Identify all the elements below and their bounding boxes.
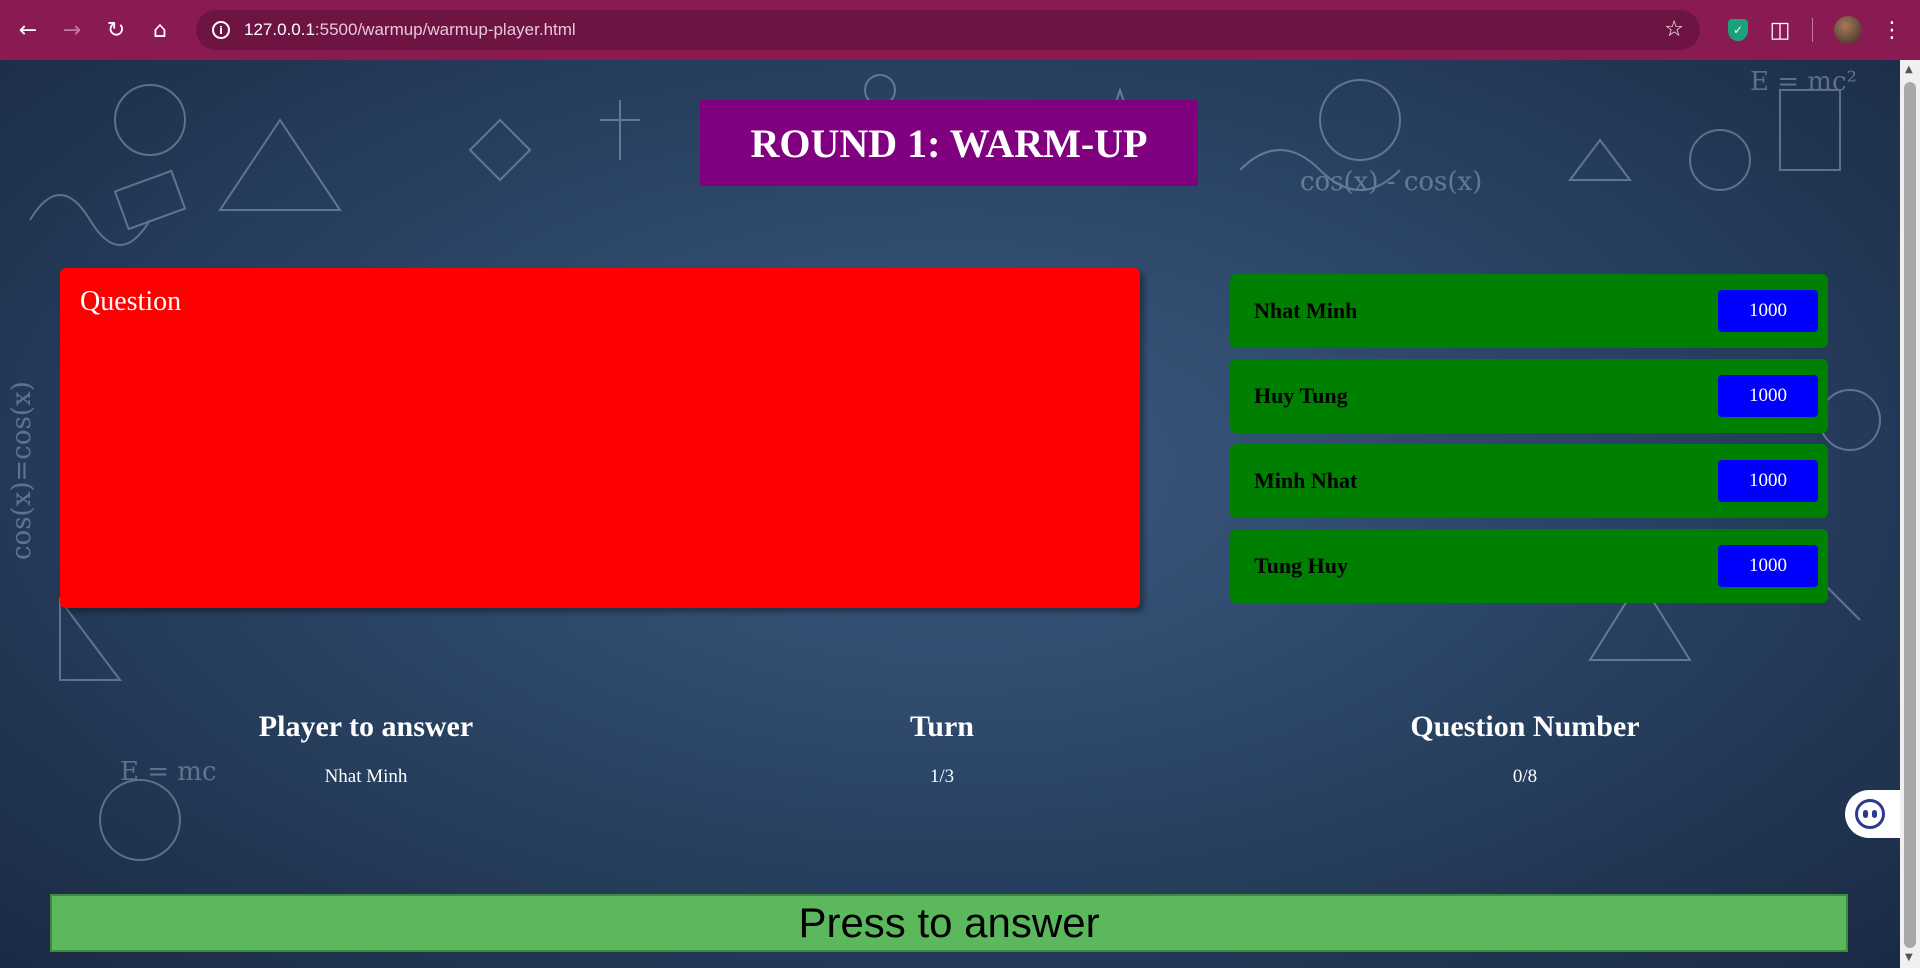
url-path: :5500/warmup/warmup-player.html (314, 20, 576, 39)
site-info-icon[interactable]: i (212, 21, 230, 39)
player-name: Tung Huy (1254, 553, 1348, 578)
question-number-value: 0/8 (1512, 766, 1538, 787)
browser-toolbar: ← → ↻ ⌂ i 127.0.0.1:5500/warmup/warmup-p… (0, 0, 1920, 60)
vertical-scrollbar[interactable]: ▲ ▼ (1900, 60, 1920, 968)
svg-text:cos(x) - cos(x): cos(x) - cos(x) (1300, 167, 1482, 197)
url-host: 127.0.0.1 (244, 20, 315, 39)
player-row: Nhat Minh 1000 (1230, 274, 1828, 348)
back-icon[interactable]: ← (6, 8, 50, 52)
menu-kebab-icon[interactable]: ⋮ (1878, 16, 1906, 44)
player-score: 1000 (1718, 545, 1818, 587)
profile-avatar[interactable] (1834, 16, 1862, 44)
extension-shield-icon[interactable]: ✓ (1724, 16, 1752, 44)
address-bar[interactable]: i 127.0.0.1:5500/warmup/warmup-player.ht… (196, 10, 1700, 50)
toolbar-divider (1812, 18, 1813, 42)
player-name: Nhat Minh (1254, 298, 1358, 323)
scroll-up-icon[interactable]: ▲ (1905, 64, 1913, 75)
player-score: 1000 (1718, 460, 1818, 502)
player-to-answer-info: Player to answer Nhat Minh (156, 710, 576, 788)
scrollbar-thumb[interactable] (1904, 82, 1916, 948)
bookmark-star-icon[interactable]: ☆ (1664, 17, 1684, 42)
svg-text:E = mc²: E = mc² (1750, 67, 1857, 97)
home-icon[interactable]: ⌂ (138, 8, 182, 52)
turn-label: Turn (910, 710, 974, 743)
player-score: 1000 (1718, 290, 1818, 332)
question-label: Question (80, 286, 182, 317)
page-background: cos(x) - cos(x) E = mc² E = mc cos(x)=co… (0, 60, 1900, 968)
scoreboard: Nhat Minh 1000 Huy Tung 1000 Minh Nhat 1… (1230, 274, 1828, 614)
extensions-puzzle-icon[interactable]: ◫ (1766, 16, 1794, 44)
turn-value: 1/3 (929, 766, 955, 787)
press-to-answer-button[interactable]: Press to answer (50, 894, 1848, 952)
scroll-down-icon[interactable]: ▼ (1905, 952, 1913, 963)
player-score: 1000 (1718, 375, 1818, 417)
player-row: Tung Huy 1000 (1230, 529, 1828, 603)
question-panel: Question (60, 268, 1140, 608)
player-name: Huy Tung (1254, 383, 1348, 408)
reload-icon[interactable]: ↻ (94, 8, 138, 52)
assistant-chat-icon[interactable] (1845, 790, 1900, 838)
question-number-info: Question Number 0/8 (1315, 710, 1735, 788)
player-row: Minh Nhat 1000 (1230, 444, 1828, 518)
round-title: ROUND 1: WARM-UP (700, 100, 1198, 186)
forward-icon[interactable]: → (50, 8, 94, 52)
player-to-answer-value: Nhat Minh (324, 766, 408, 787)
turn-info: Turn 1/3 (732, 710, 1152, 788)
player-to-answer-label: Player to answer (258, 710, 474, 743)
question-number-label: Question Number (1410, 710, 1640, 743)
player-name: Minh Nhat (1254, 468, 1358, 493)
svg-text:cos(x)=cos(x): cos(x)=cos(x) (7, 381, 37, 560)
player-row: Huy Tung 1000 (1230, 359, 1828, 433)
